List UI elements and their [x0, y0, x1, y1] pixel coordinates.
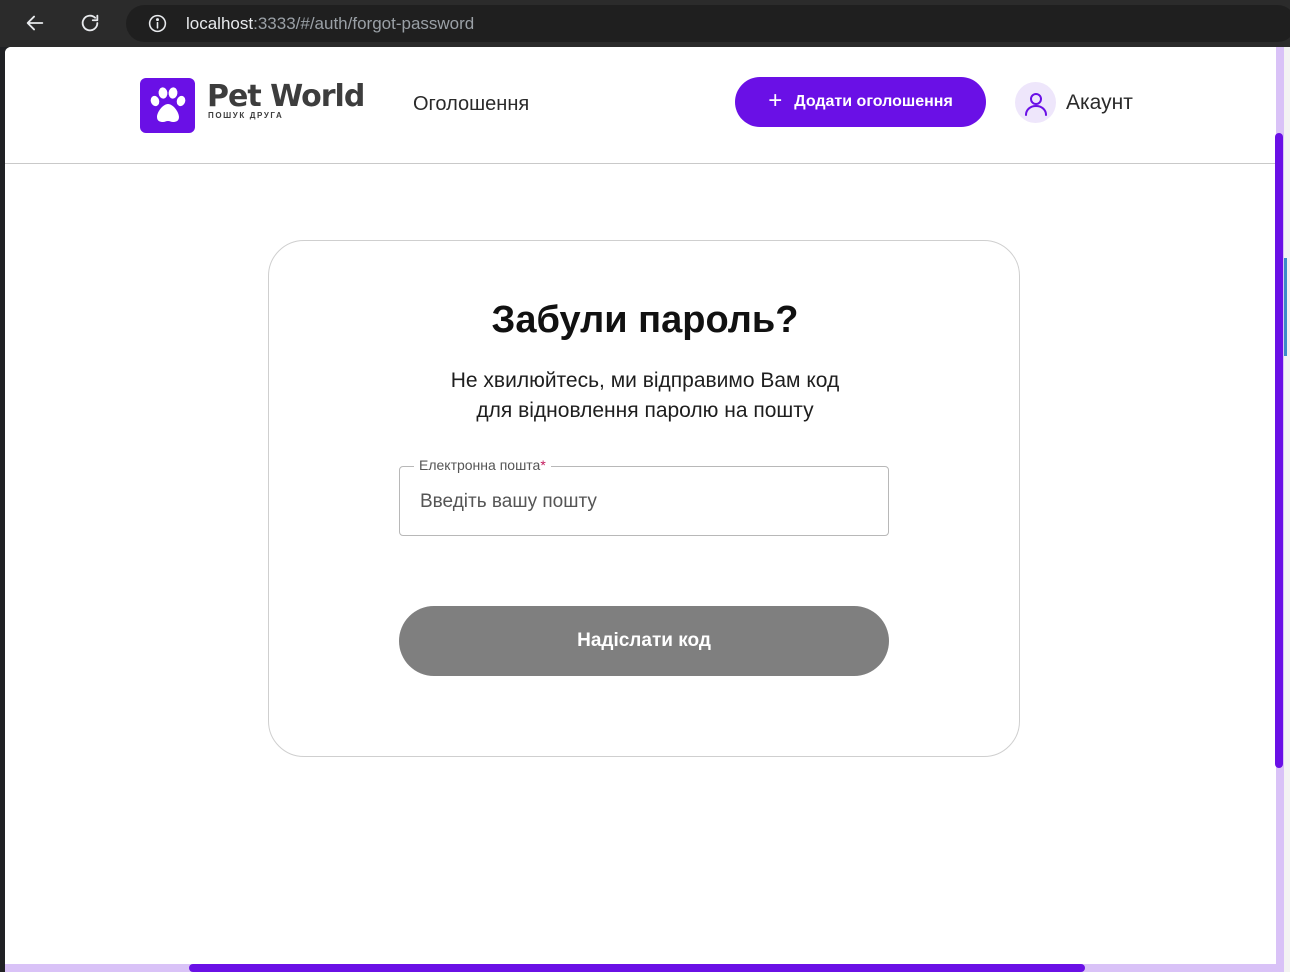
window-edge: [1284, 47, 1290, 972]
subtitle-line-1: Не хвилюйтесь, ми відправимо Вам код: [450, 369, 840, 392]
page-viewport: Pet World ПОШУК ДРУГА Оголошення + Додат…: [5, 47, 1282, 972]
add-listing-label: Додати оголошення: [794, 93, 953, 110]
site-header: Pet World ПОШУК ДРУГА Оголошення + Додат…: [5, 47, 1282, 164]
email-label: Електронна пошта*: [414, 457, 551, 473]
horizontal-scrollbar-thumb[interactable]: [189, 964, 1085, 972]
nav-link-listings[interactable]: Оголошення: [413, 93, 529, 116]
user-icon: [1015, 82, 1056, 123]
page-title: Забули пароль?: [491, 299, 799, 341]
browser-toolbar: localhost:3333/#/auth/forgot-password: [0, 0, 1290, 47]
paw-icon: [140, 78, 195, 133]
email-field[interactable]: Електронна пошта*: [399, 457, 889, 536]
back-icon[interactable]: [20, 8, 50, 38]
subtitle-line-2: для відновлення паролю на пошту: [476, 399, 814, 422]
forgot-password-card: Забули пароль? Не хвилюйтесь, ми відправ…: [268, 240, 1020, 757]
account-button[interactable]: Акаунт: [1015, 82, 1133, 123]
logo-tagline: ПОШУК ДРУГА: [208, 111, 284, 120]
vertical-scrollbar-thumb[interactable]: [1275, 133, 1283, 768]
page-subtitle: Не хвилюйтесь, ми відправимо Вам код для…: [389, 366, 901, 426]
account-label: Акаунт: [1066, 90, 1133, 114]
address-bar[interactable]: localhost:3333/#/auth/forgot-password: [126, 5, 1290, 42]
add-listing-button[interactable]: + Додати оголошення: [735, 77, 986, 127]
reload-icon[interactable]: [75, 8, 105, 38]
plus-icon: +: [768, 86, 783, 114]
info-icon[interactable]: [146, 13, 168, 35]
required-mark: *: [540, 457, 546, 473]
email-input[interactable]: [420, 487, 860, 517]
logo[interactable]: Pet World ПОШУК ДРУГА: [140, 78, 365, 133]
window-edge-marker: [1284, 258, 1287, 356]
logo-name: Pet World: [207, 79, 365, 114]
send-code-button[interactable]: Надіслати код: [399, 606, 889, 676]
url-text[interactable]: localhost:3333/#/auth/forgot-password: [186, 14, 474, 34]
